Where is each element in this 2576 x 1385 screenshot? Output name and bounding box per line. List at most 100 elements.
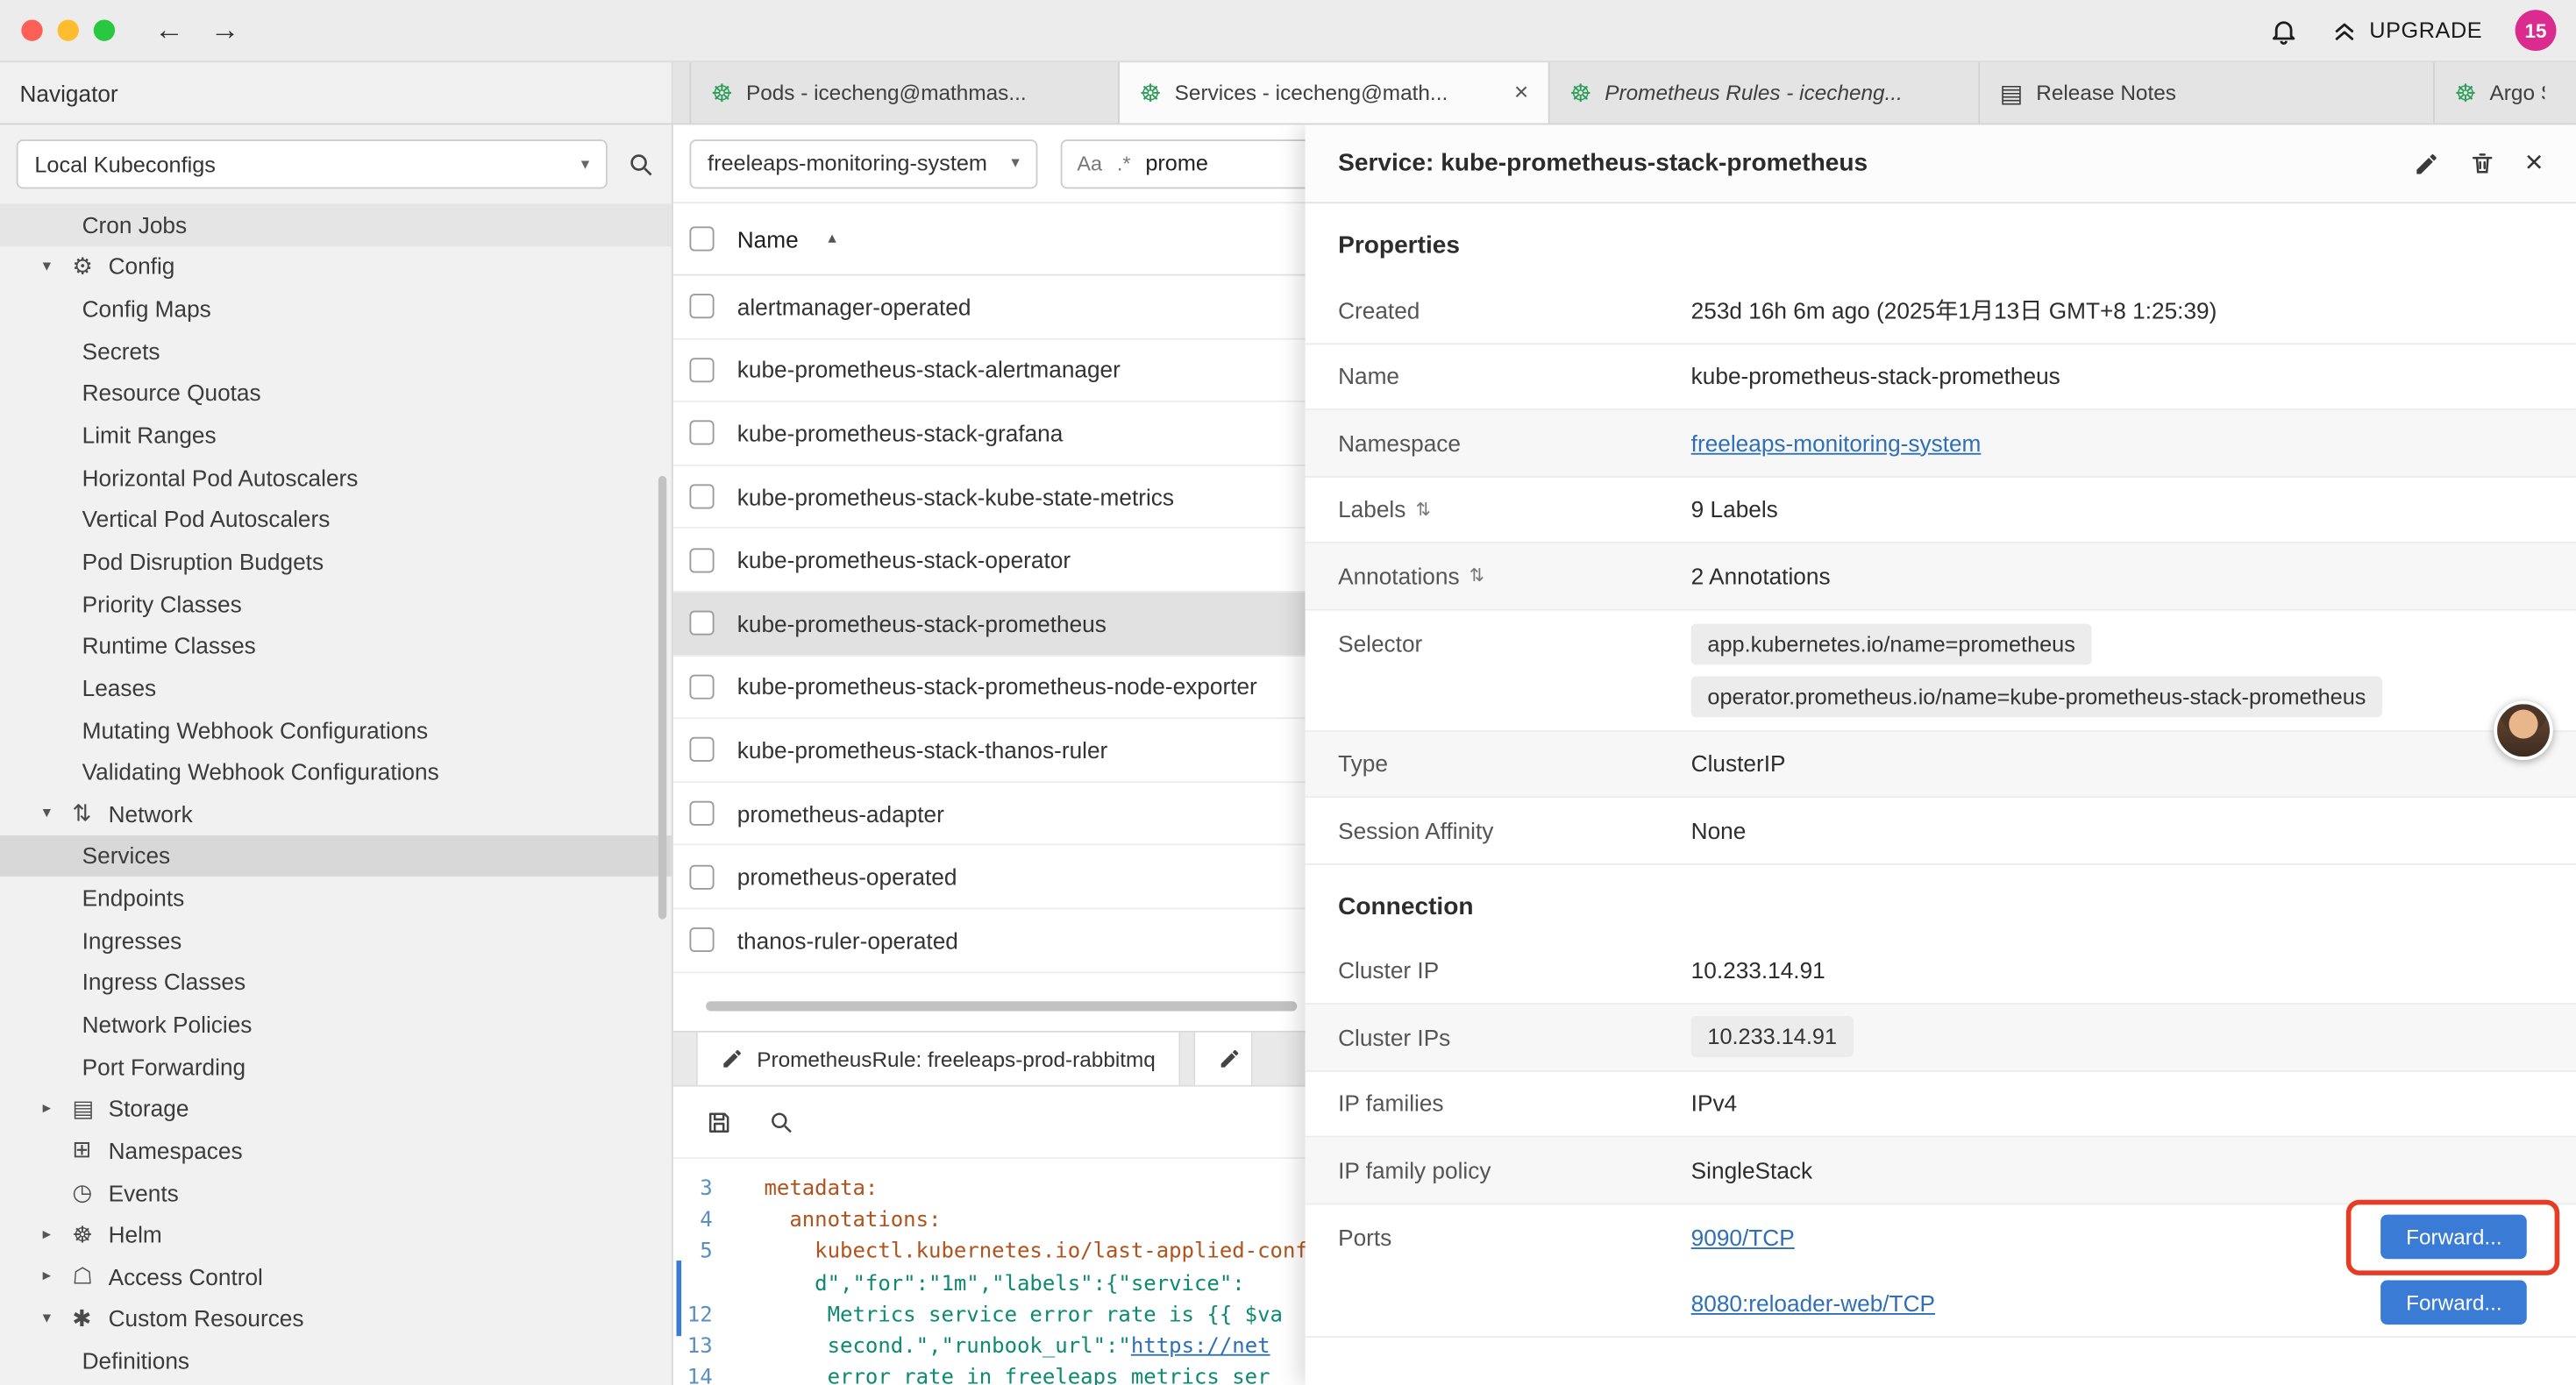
sidebar-item[interactable]: Horizontal Pod Autoscalers (0, 456, 672, 498)
dock-tab-next[interactable] (1193, 1033, 1252, 1085)
line-number: 4 (673, 1205, 739, 1237)
sidebar-item[interactable]: Leases (0, 666, 672, 708)
service-name: thanos-ruler-operated (737, 927, 958, 953)
sidebar-item[interactable]: Priority Classes (0, 582, 672, 624)
row-checkbox[interactable] (689, 864, 714, 889)
detail-row-name: Name kube-prometheus-stack-prometheus (1306, 344, 2576, 410)
sidebar-item[interactable]: Resource Quotas (0, 372, 672, 414)
annotations-count-value[interactable]: 2 Annotations (1691, 563, 2544, 589)
sidebar-item[interactable]: Config Maps (0, 288, 672, 330)
row-label: Cluster IP (1338, 957, 1691, 984)
row-checkbox[interactable] (689, 801, 714, 826)
properties-section-heading: Properties (1306, 203, 2576, 277)
expand-chevron-icon[interactable]: ▸ (43, 1099, 73, 1118)
tab-close-icon[interactable]: × (1514, 79, 1528, 107)
row-label: Labels (1338, 496, 1405, 522)
forward-button-9090[interactable]: Forward... (2381, 1215, 2527, 1260)
expand-chevron-icon[interactable]: ▾ (43, 258, 73, 276)
row-label: Cluster IPs (1338, 1024, 1691, 1050)
name-column-header[interactable]: Name (737, 225, 799, 252)
row-checkbox[interactable] (689, 358, 714, 382)
sidebar-item[interactable]: ▸ ☖ Access Control (0, 1255, 672, 1297)
sort-asc-icon[interactable]: ▴ (828, 230, 836, 248)
row-checkbox[interactable] (689, 674, 714, 699)
sidebar-item[interactable]: Ingresses (0, 919, 672, 961)
kubeconfig-select[interactable]: Local Kubeconfigs ▾ (17, 139, 608, 188)
sidebar-search-icon[interactable] (627, 150, 655, 178)
sidebar-item-label: Storage (109, 1095, 189, 1121)
sidebar-item[interactable]: Secrets (0, 330, 672, 372)
minimize-window-button[interactable] (58, 19, 79, 40)
sidebar-item[interactable]: ▸ ▤ Storage (0, 1087, 672, 1129)
editor-search-icon[interactable] (768, 1109, 794, 1135)
match-case-toggle[interactable]: Aa (1077, 152, 1102, 174)
close-icon[interactable]: × (2525, 148, 2544, 180)
labels-count-value[interactable]: 9 Labels (1691, 496, 2544, 522)
sidebar-item[interactable]: Port Forwarding (0, 1045, 672, 1087)
edit-icon[interactable] (2413, 150, 2439, 176)
back-icon[interactable]: ← (154, 13, 184, 47)
sidebar-item[interactable]: Endpoints (0, 877, 672, 919)
row-checkbox[interactable] (689, 548, 714, 572)
dock-tab-prometheusrule[interactable]: PrometheusRule: freeleaps-prod-rabbitmq (696, 1033, 1180, 1085)
expand-chevron-icon[interactable]: ▾ (43, 805, 73, 823)
sidebar-item[interactable]: Definitions (0, 1340, 672, 1382)
port-link-9090[interactable]: 9090/TCP (1691, 1224, 1795, 1250)
save-icon[interactable] (706, 1109, 732, 1135)
zoom-window-button[interactable] (94, 19, 115, 40)
row-checkbox[interactable] (689, 485, 714, 509)
detail-row-labels: Labels ⇅ 9 Labels (1306, 477, 2576, 543)
expand-chevron-icon[interactable]: ▸ (43, 1268, 73, 1286)
port-link-8080[interactable]: 8080:reloader-web/TCP (1691, 1289, 1935, 1316)
sidebar-item[interactable]: Network Policies (0, 1003, 672, 1045)
forward-icon[interactable]: → (210, 13, 240, 47)
select-all-checkbox[interactable] (689, 226, 714, 251)
horizontal-scrollbar[interactable] (706, 1001, 1297, 1011)
expand-toggle-icon[interactable]: ⇅ (1416, 499, 1431, 520)
sidebar-item[interactable]: ◷ Events (0, 1171, 672, 1213)
sidebar-item[interactable]: ▸ ☸ Helm (0, 1213, 672, 1255)
user-avatar[interactable] (2494, 701, 2552, 760)
row-checkbox[interactable] (689, 421, 714, 445)
forward-button-8080[interactable]: Forward... (2381, 1281, 2527, 1325)
expand-chevron-icon[interactable]: ▸ (43, 1225, 73, 1244)
row-checkbox[interactable] (689, 927, 714, 952)
kubeconfig-select-value: Local Kubeconfigs (34, 152, 216, 176)
notifications-bell-icon[interactable] (2269, 16, 2299, 46)
sidebar-item[interactable]: Runtime Classes (0, 624, 672, 666)
sidebar-item[interactable]: Cron Jobs (0, 203, 672, 245)
sidebar-item[interactable]: Pod Disruption Budgets (0, 540, 672, 582)
row-checkbox[interactable] (689, 611, 714, 636)
row-checkbox[interactable] (689, 295, 714, 319)
sidebar-scrollbar[interactable] (658, 476, 666, 920)
sidebar-item[interactable]: ⊞ Namespaces (0, 1129, 672, 1171)
regex-toggle[interactable]: .* (1117, 152, 1131, 174)
tab[interactable]: ☸ Argo Se... (2435, 62, 2576, 123)
sidebar-item-label: Limit Ranges (82, 422, 217, 448)
notification-count-badge[interactable]: 15 (2516, 10, 2557, 51)
sidebar-item[interactable]: ▾ ⇅ Network (0, 792, 672, 835)
sidebar-item[interactable]: Validating Webhook Configurations (0, 750, 672, 792)
tab[interactable]: ▤ Release Notes (1980, 62, 2435, 123)
upgrade-button[interactable]: UPGRADE (2331, 18, 2482, 44)
tab[interactable]: ☸ Services - icecheng@math... × (1120, 62, 1550, 123)
sidebar-item[interactable]: Services (0, 835, 672, 877)
tab[interactable]: ☸ Prometheus Rules - icecheng... (1550, 62, 1981, 123)
namespace-select[interactable]: freeleaps-monitoring-system ▾ (689, 138, 1037, 188)
sidebar-item[interactable]: Limit Ranges (0, 414, 672, 456)
row-checkbox[interactable] (689, 738, 714, 763)
sidebar-item[interactable]: ▾ ✱ Custom Resources (0, 1298, 672, 1340)
tab[interactable]: ☸ Pods - icecheng@mathmas... (689, 62, 1120, 123)
row-label: IP family policy (1338, 1157, 1691, 1183)
close-window-button[interactable] (21, 19, 42, 40)
expand-toggle-icon[interactable]: ⇅ (1469, 565, 1484, 586)
sidebar-item[interactable]: Ingress Classes (0, 961, 672, 1003)
delete-trash-icon[interactable] (2469, 149, 2495, 177)
expand-chevron-icon[interactable]: ▾ (43, 1310, 73, 1328)
sidebar-item[interactable]: ▾ ⚙ Config (0, 245, 672, 288)
sidebar-item[interactable]: Mutating Webhook Configurations (0, 708, 672, 750)
row-label: Type (1338, 750, 1691, 777)
sidebar-item[interactable]: Vertical Pod Autoscalers (0, 498, 672, 540)
namespace-link[interactable]: freeleaps-monitoring-system (1691, 430, 1982, 456)
sidebar-item-label: Endpoints (82, 884, 185, 911)
